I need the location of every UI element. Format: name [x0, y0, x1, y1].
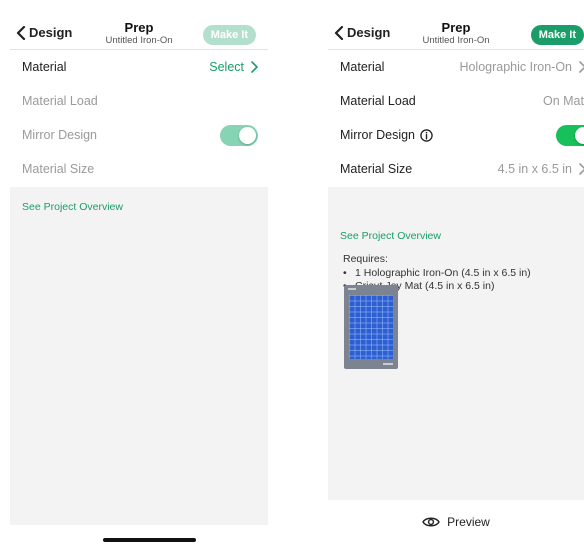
preview-label: Preview [447, 515, 490, 529]
make-it-button[interactable]: Make It [530, 25, 584, 45]
chevron-left-icon [16, 25, 26, 40]
material-select[interactable]: Select [209, 50, 258, 84]
prep-screen-configured: Design Prep Untitled Iron-On Make It Mat… [328, 0, 584, 550]
mirror-design-label: Mirror Design [340, 128, 416, 142]
see-project-overview-link[interactable]: See Project Overview [340, 230, 441, 242]
material-select[interactable]: Holographic Iron-On [459, 50, 584, 84]
material-value: Holographic Iron-On [459, 60, 572, 74]
back-label: Design [29, 25, 73, 40]
toggle-knob [575, 127, 584, 144]
material-load-label: Material Load [22, 94, 98, 108]
chevron-right-icon [579, 163, 584, 175]
material-value: Select [209, 60, 244, 74]
eye-icon [422, 517, 440, 527]
material-load-label: Material Load [340, 94, 416, 108]
mirror-design-toggle[interactable] [220, 125, 258, 146]
mat-label-mark [348, 288, 356, 290]
mat-brand-mark [383, 363, 393, 365]
material-size-row: Material Size [10, 152, 268, 186]
material-label: Material [340, 60, 385, 74]
back-label: Design [347, 25, 391, 40]
material-load-value: On Mat [543, 94, 584, 108]
list-item: 1 Holographic Iron-On (4.5 in x 6.5 in) [343, 267, 531, 280]
material-size-select[interactable]: 4.5 in x 6.5 in [498, 152, 584, 186]
mirror-design-row: Mirror Design [10, 118, 268, 152]
chevron-right-icon [579, 61, 584, 73]
project-overview-panel: See Project Overview [10, 187, 268, 525]
preview-button[interactable]: Preview [328, 500, 584, 544]
back-to-design-button[interactable]: Design [16, 25, 72, 40]
back-to-design-button[interactable]: Design [334, 25, 390, 40]
info-icon[interactable] [420, 128, 433, 142]
chevron-right-icon [251, 61, 258, 73]
home-indicator [103, 538, 196, 542]
material-row[interactable]: Material Select [10, 50, 268, 84]
chevron-left-icon [334, 25, 344, 40]
see-project-overview-link[interactable]: See Project Overview [22, 201, 123, 213]
material-load-row: Material Load On Mat [328, 84, 584, 118]
material-label: Material [22, 60, 67, 74]
mirror-design-row: Mirror Design [328, 118, 584, 152]
material-size-value: 4.5 in x 6.5 in [497, 162, 572, 176]
make-it-button[interactable]: Make It [202, 25, 256, 45]
mirror-design-label-group: Mirror Design [340, 128, 433, 142]
mat-preview-thumbnail[interactable] [344, 285, 398, 369]
toggle-knob [239, 127, 256, 144]
material-size-row[interactable]: Material Size 4.5 in x 6.5 in [328, 152, 584, 186]
requires-label: Requires: [343, 253, 388, 265]
mirror-design-toggle[interactable] [556, 125, 584, 146]
nav-header: Design Prep Untitled Iron-On Make It [10, 0, 268, 50]
project-overview-panel: See Project Overview Requires: 1 Hologra… [328, 187, 584, 500]
material-size-label: Material Size [340, 162, 413, 176]
prep-screen-initial: Design Prep Untitled Iron-On Make It Mat… [10, 0, 268, 550]
nav-header: Design Prep Untitled Iron-On Make It [328, 0, 584, 50]
material-row[interactable]: Material Holographic Iron-On [328, 50, 584, 84]
mat-grid [349, 295, 393, 359]
material-load-row: Material Load [10, 84, 268, 118]
material-size-label: Material Size [22, 162, 95, 176]
mirror-design-label: Mirror Design [22, 128, 98, 142]
